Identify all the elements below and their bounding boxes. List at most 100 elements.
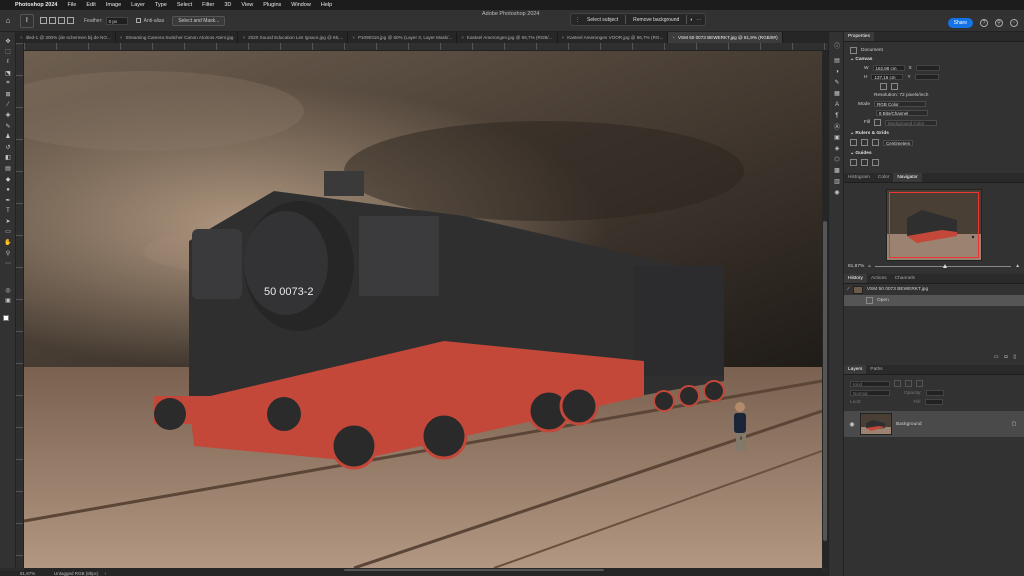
canvas-heading[interactable]: ⌄ Canvas <box>850 57 1018 62</box>
trash-icon[interactable]: ▯ <box>1013 355 1016 360</box>
healing-tool-icon[interactable]: ✚ <box>0 110 16 121</box>
lock-icon[interactable]: ▢ <box>1011 422 1016 427</box>
tab-navigator[interactable]: Navigator <box>893 173 922 182</box>
path-select-tool-icon[interactable]: ➤ <box>0 216 16 227</box>
add-selection-icon[interactable] <box>49 17 56 24</box>
dodge-tool-icon[interactable]: ● <box>0 184 16 195</box>
menu-file[interactable]: File <box>62 2 81 8</box>
menu-window[interactable]: Window <box>286 2 316 8</box>
guides-lock-icon[interactable] <box>861 159 868 166</box>
stamp-tool-icon[interactable]: ♟ <box>0 131 16 142</box>
menu-select[interactable]: Select <box>172 2 197 8</box>
paragraph-icon[interactable]: ¶ <box>829 110 845 121</box>
pen-tool-icon[interactable]: ✒ <box>0 195 16 206</box>
navigator-zoom-value[interactable]: 81,87% <box>848 264 864 269</box>
character-icon[interactable]: A <box>829 99 845 110</box>
units-select[interactable]: Centimeters <box>883 139 913 146</box>
brush-tool-icon[interactable]: ✎ <box>0 121 16 132</box>
camera-icon[interactable]: ◘ <box>1004 355 1007 360</box>
layer-name[interactable]: Background <box>896 422 922 427</box>
menu-view[interactable]: View <box>236 2 258 8</box>
history-brush-icon[interactable]: ↺ <box>0 142 16 153</box>
tab-actions[interactable]: Actions <box>867 274 891 283</box>
tab-document[interactable]: × P1090316.jpg @ 50% (Layer 3, Layer Mask… <box>348 32 458 43</box>
bit-depth-select[interactable]: 8 Bits/Channel <box>876 110 928 116</box>
image-locomotive[interactable]: 50 0073-2 <box>24 51 822 568</box>
select-and-mask-button[interactable]: Select and Mask... <box>172 15 226 26</box>
help-icon[interactable]: ? <box>980 19 988 27</box>
tab-histogram[interactable]: Histogram <box>844 173 874 182</box>
more-tools-icon[interactable]: ⋯ <box>0 258 16 269</box>
type-tool-icon[interactable]: T <box>0 206 16 217</box>
portrait-icon[interactable] <box>880 83 887 90</box>
blend-mode-select[interactable]: Normal <box>850 390 890 396</box>
marquee-tool-icon[interactable]: ⬚ <box>0 47 16 58</box>
close-icon[interactable]: × <box>562 35 565 40</box>
lasso-tool-icon[interactable]: ℓ <box>0 57 16 68</box>
zoom-readout[interactable]: 81,87% <box>20 571 50 576</box>
vertical-ruler[interactable] <box>16 43 24 568</box>
filter-type-icon[interactable] <box>916 380 923 387</box>
move-tool-icon[interactable]: ✥ <box>0 36 16 47</box>
drag-handle-icon[interactable]: ⋮ <box>575 17 580 23</box>
x-input[interactable] <box>915 65 940 71</box>
close-icon[interactable]: × <box>352 35 355 40</box>
history-item[interactable]: Open <box>844 295 1024 306</box>
history-snapshot[interactable]: ⁄ VSM 50 0073 BEWERKT.jpg <box>844 284 1024 295</box>
tab-document[interactable]: × itled-1 @ 300% (de schermen bij de NO..… <box>16 32 116 43</box>
glyphs-icon[interactable]: Ⓐ <box>829 121 845 132</box>
gradients-icon[interactable]: ▥ <box>829 176 845 187</box>
tab-color[interactable]: Color <box>874 173 893 182</box>
mode-select[interactable]: RGB Color <box>874 101 926 107</box>
navigator-viewport[interactable] <box>889 192 979 258</box>
pixel-grid-icon[interactable] <box>872 139 879 146</box>
menu-3d[interactable]: 3D <box>219 2 236 8</box>
opacity-input[interactable] <box>925 390 944 396</box>
tab-history[interactable]: History <box>844 274 867 283</box>
menu-layer[interactable]: Layer <box>126 2 150 8</box>
guides-heading[interactable]: ⌄ Guides <box>850 151 1018 156</box>
chevron-right-icon[interactable]: › <box>105 571 107 576</box>
document-canvas[interactable]: 50 0073-2 <box>24 51 822 568</box>
tab-document-active[interactable]: × VSM 50 0073 BEWERKT.jpg @ 81,9% (RGB/8#… <box>668 32 783 43</box>
landscape-icon[interactable] <box>891 83 898 90</box>
eraser-tool-icon[interactable]: ◧ <box>0 153 16 164</box>
gradient-tool-icon[interactable]: ▤ <box>0 163 16 174</box>
quick-mask-icon[interactable]: ◎ <box>0 285 16 296</box>
eyedropper-tool-icon[interactable]: ⁄ <box>0 100 16 111</box>
close-icon[interactable]: × <box>672 35 675 40</box>
menu-plugins[interactable]: Plugins <box>258 2 286 8</box>
guides-layout-icon[interactable] <box>872 159 879 166</box>
foreground-color-swatch[interactable] <box>3 315 9 321</box>
info-icon[interactable]: ⓘ <box>829 40 845 51</box>
tab-channels[interactable]: Channels <box>891 274 919 283</box>
ruler-icon[interactable] <box>850 139 857 146</box>
slider-knob[interactable] <box>942 264 947 268</box>
fill-swatch[interactable] <box>874 119 882 126</box>
remove-background-button[interactable]: Remove background <box>629 16 683 24</box>
eye-icon[interactable]: ◉ <box>848 421 856 428</box>
menu-filter[interactable]: Filter <box>197 2 219 8</box>
new-selection-icon[interactable] <box>40 17 47 24</box>
scroll-thumb[interactable] <box>823 221 827 541</box>
crop-tool-icon[interactable]: ⌗ <box>0 78 16 89</box>
styles-icon[interactable]: ◈ <box>829 143 845 154</box>
shapes-icon[interactable]: ⬡ <box>829 154 845 165</box>
layer-row-background[interactable]: ◉ Background ▢ <box>844 411 1024 437</box>
grid-icon[interactable] <box>861 139 868 146</box>
history-brush-source-icon[interactable]: ⁄ <box>848 287 849 292</box>
tab-layers[interactable]: Layers <box>844 365 867 374</box>
close-icon[interactable]: × <box>461 35 464 40</box>
close-icon[interactable]: × <box>120 35 123 40</box>
hand-tool-icon[interactable]: ✋ <box>0 237 16 248</box>
zoom-in-icon[interactable]: ▲ <box>1015 264 1020 269</box>
y-input[interactable] <box>914 74 939 80</box>
filter-pixel-icon[interactable] <box>894 380 901 387</box>
more-icon[interactable]: ⋯ <box>696 17 701 23</box>
tab-document[interactable]: × 2020 Sound Education Les Ignace.jpg @ 6… <box>238 32 349 43</box>
zoom-tool-icon[interactable]: ⚲ <box>0 248 16 259</box>
rulers-heading[interactable]: ⌄ Rulers & Grids <box>850 131 1018 136</box>
tab-document[interactable]: × Kasteel Amerongen.jpg @ 66,7% (RGB/... <box>457 32 558 43</box>
tab-properties[interactable]: Properties <box>844 32 874 41</box>
screen-mode-icon[interactable]: ▣ <box>0 296 16 307</box>
